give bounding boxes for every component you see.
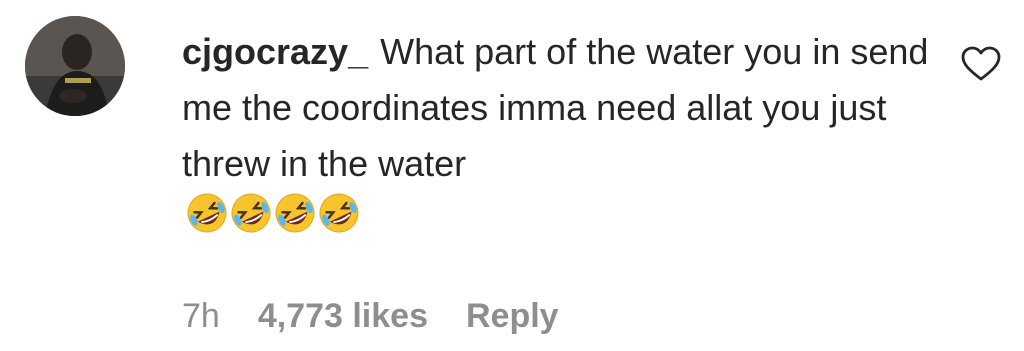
emoji-row (184, 190, 360, 240)
comment-username[interactable]: cjgocrazy_ (182, 31, 368, 72)
comment-meta: 7h 4,773 likes Reply (182, 294, 559, 338)
rofl-emoji-icon (275, 193, 315, 233)
reply-button[interactable]: Reply (466, 294, 559, 338)
heart-outline-icon (961, 46, 1001, 81)
avatar[interactable] (25, 16, 125, 116)
likes-count[interactable]: 4,773 likes (258, 294, 428, 338)
rofl-emoji-icon (319, 193, 359, 233)
comment-body: cjgocrazy_ What part of the water you in … (182, 24, 942, 192)
like-heart-button[interactable] (961, 46, 1001, 82)
comment-time[interactable]: 7h (182, 294, 220, 338)
rofl-emoji-icon (187, 193, 227, 233)
avatar-photo (25, 16, 125, 116)
rofl-emoji-icon (231, 193, 271, 233)
